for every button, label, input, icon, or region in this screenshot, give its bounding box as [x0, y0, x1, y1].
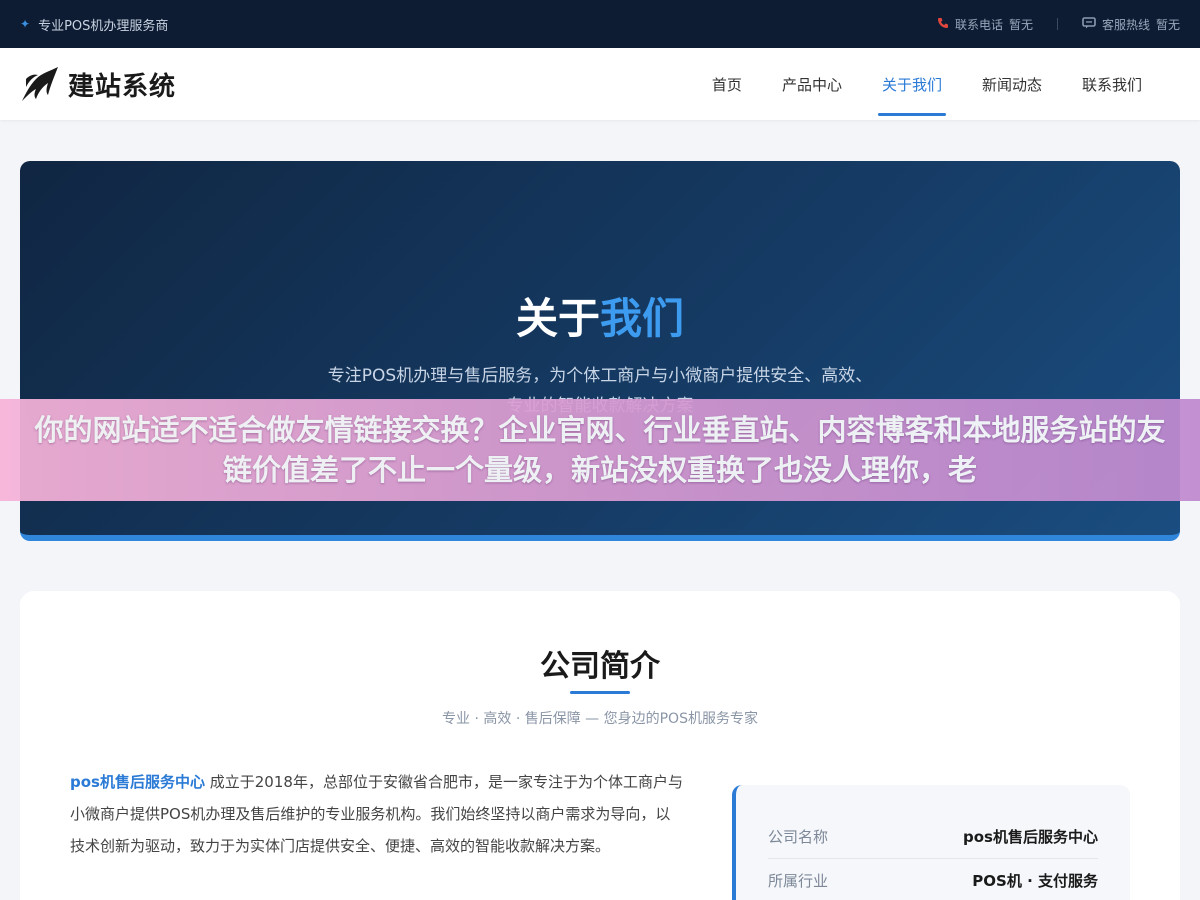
hotline-label: 客服热线	[1101, 17, 1150, 32]
nav-item-news[interactable]: 新闻动态	[962, 48, 1062, 120]
phone-icon	[937, 17, 949, 32]
nav-item-about[interactable]: 关于我们	[862, 48, 962, 120]
divider	[1056, 18, 1058, 30]
info-key: 所属行业	[768, 872, 829, 890]
hero-title-main: 关于	[515, 294, 600, 343]
hotline-info: 客服热线 暂无	[1082, 16, 1180, 33]
hero-title-accent: 我们	[600, 294, 685, 343]
about-section: 公司简介 专业 · 高效 · 售后保障 — 您身边的POS机服务专家 pos机售…	[20, 591, 1180, 900]
phone-info: 联系电话 暂无	[937, 16, 1033, 33]
overlay-banner: 你的网站适不适合做友情链接交换？企业官网、行业垂直站、内容博客和本地服务站的友链…	[0, 399, 1200, 501]
info-row: 所属行业 POS机 · 支付服务	[768, 859, 1098, 900]
section-title: 公司简介	[540, 649, 660, 684]
tagline-group: ✦ 专业POS机办理服务商	[20, 15, 168, 34]
sparkle-icon: ✦	[20, 17, 31, 31]
nav-item-products[interactable]: 产品中心	[762, 48, 862, 120]
main-nav: 首页 产品中心 关于我们 新闻动态 联系我们	[692, 48, 1162, 120]
title-underline	[570, 691, 630, 694]
logo-icon	[20, 65, 62, 103]
contact-group: 联系电话 暂无 客服热线 暂无	[937, 16, 1180, 33]
hotline-value: 暂无	[1155, 17, 1180, 32]
top-bar: ✦ 专业POS机办理服务商 联系电话 暂无 客服热线 暂无	[0, 0, 1200, 48]
company-info-card: 公司名称 pos机售后服务中心 所属行业 POS机 · 支付服务	[732, 785, 1130, 900]
company-intro: pos机售后服务中心 成立于2018年，总部位于安徽省合肥市，是一家专注于为个体…	[70, 766, 685, 862]
phone-label: 联系电话	[954, 17, 1003, 32]
overlay-text: 你的网站适不适合做友情链接交换？企业官网、行业垂直站、内容博客和本地服务站的友链…	[34, 413, 1166, 487]
hero-subtitle-line1: 专注POS机办理与售后服务，为个体工商户与小微商户提供安全、高效、	[327, 366, 873, 386]
logo[interactable]: 建站系统	[20, 65, 176, 103]
hero-title: 关于我们	[20, 285, 1180, 346]
logo-text: 建站系统	[68, 71, 177, 102]
info-value: pos机售后服务中心	[963, 828, 1098, 846]
tagline: 专业POS机办理服务商	[38, 18, 169, 34]
phone-value: 暂无	[1008, 17, 1033, 32]
info-key: 公司名称	[768, 828, 829, 846]
section-subtitle: 专业 · 高效 · 售后保障 — 您身边的POS机服务专家	[442, 711, 758, 727]
nav-item-home[interactable]: 首页	[692, 48, 762, 120]
chat-icon	[1082, 16, 1096, 32]
site-header: 建站系统 首页 产品中心 关于我们 新闻动态 联系我们	[0, 48, 1200, 120]
company-name-highlight: pos机售后服务中心	[70, 773, 205, 791]
nav-item-contact[interactable]: 联系我们	[1062, 48, 1162, 120]
info-value: POS机 · 支付服务	[972, 872, 1098, 890]
info-row: 公司名称 pos机售后服务中心	[768, 815, 1098, 859]
